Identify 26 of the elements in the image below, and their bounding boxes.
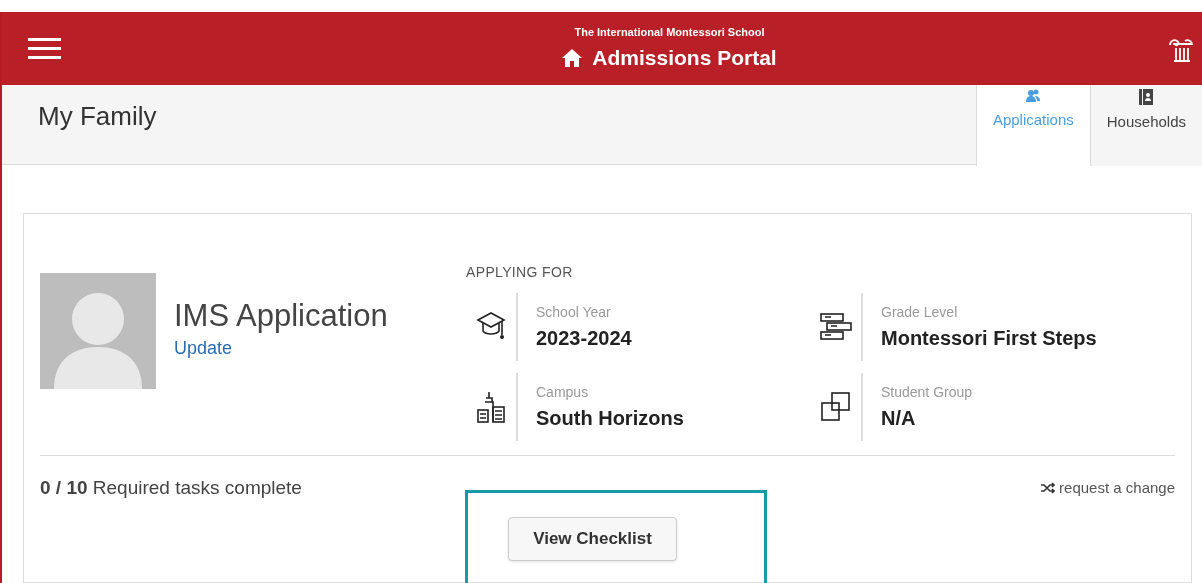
application-name: IMS Application: [174, 297, 388, 335]
field-label: School Year: [536, 302, 612, 322]
shuffle-icon: [1041, 482, 1056, 495]
school-name: The International Montessori School: [574, 24, 765, 40]
view-checklist-button[interactable]: View Checklist: [508, 516, 677, 561]
section-label: APPLYING FOR: [466, 263, 574, 282]
field-value: Montessori First Steps: [881, 325, 1097, 351]
home-icon: [562, 48, 583, 67]
overlapping-squares-icon: [820, 391, 852, 423]
update-link[interactable]: Update: [174, 335, 388, 362]
portal-title: Admissions Portal: [592, 45, 777, 71]
nav-tab[interactable]: Households: [1089, 85, 1202, 166]
menu-icon[interactable]: [28, 38, 61, 59]
field-label: Grade Level: [881, 302, 959, 322]
people-icon: [1025, 89, 1042, 103]
field-label: Student Group: [881, 382, 973, 402]
progress-summary: 0 / 10 Required tasks complete: [40, 476, 302, 500]
field-value: N/A: [881, 405, 917, 431]
field-value: 2023-2024: [536, 325, 632, 351]
request-change-link[interactable]: request a change: [1041, 477, 1175, 500]
page-title: My Family: [38, 100, 157, 133]
stacked-blocks-icon: [819, 312, 853, 342]
buildings-icon: [476, 390, 506, 424]
contact-book-icon: [1139, 89, 1154, 105]
field-label: Campus: [536, 382, 590, 402]
field-value: South Horizons: [536, 405, 684, 431]
